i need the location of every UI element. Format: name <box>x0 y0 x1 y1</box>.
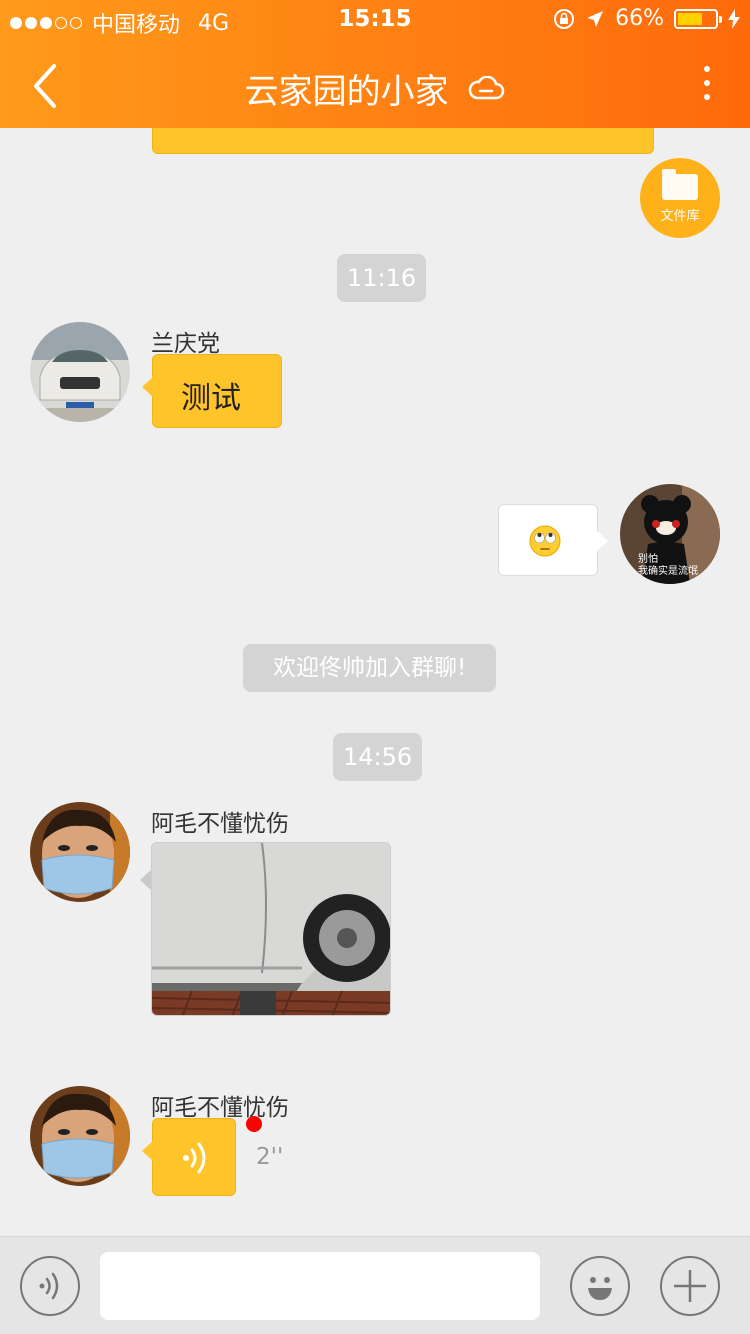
avatar-caption: 别怕 我确实是流氓 <box>638 554 698 578</box>
folder-icon <box>662 169 698 200</box>
cloud-icon <box>469 75 505 99</box>
avatar-caption-line-2: 我确实是流氓 <box>638 566 698 577</box>
sender-name: 兰庆党 <box>151 331 220 357</box>
emoji-bubble[interactable] <box>498 504 608 576</box>
voice-duration: 2'' <box>256 1144 284 1170</box>
message-bubble[interactable]: 测试 <box>142 354 282 428</box>
avatar[interactable] <box>30 802 130 902</box>
battery-percent: 66% <box>615 6 664 31</box>
smiley-icon <box>588 1277 612 1300</box>
charging-icon <box>728 8 740 29</box>
voice-input-button[interactable] <box>20 1256 80 1316</box>
voice-message-bubble[interactable] <box>142 1118 236 1196</box>
message-text: 测试 <box>181 381 241 416</box>
nav-bar: 云家园的小家 <box>0 44 750 128</box>
add-button[interactable] <box>660 1256 720 1316</box>
car-photo-image <box>152 843 390 1015</box>
rolling-eyes-emoji-icon <box>529 525 561 557</box>
status-bar: 中国移动 4G 15:15 66% <box>0 0 750 40</box>
voice-icon <box>39 1272 59 1300</box>
chat-title-text: 云家园的小家 <box>244 72 449 112</box>
avatar-caption-line-1: 别怕 <box>638 554 658 565</box>
previous-message-bubble <box>152 128 654 154</box>
battery-icon <box>674 8 722 29</box>
emoji-button[interactable] <box>570 1256 630 1316</box>
rotation-lock-icon <box>554 8 575 29</box>
avatar[interactable] <box>30 1086 130 1186</box>
status-right: 66% <box>553 6 740 31</box>
bubble-tail <box>140 870 151 890</box>
chat-title: 云家园的小家 <box>0 64 750 113</box>
voice-wave-icon <box>183 1142 206 1174</box>
my-avatar[interactable]: 别怕 我确实是流氓 <box>620 484 720 584</box>
time-divider: 11:16 <box>337 254 427 302</box>
person-avatar-image <box>30 802 130 902</box>
chat-area[interactable]: 文件库 11:16 兰庆党 测试 别怕 我确实是流氓 欢迎佟帅加入群聊! 14:… <box>0 128 750 1236</box>
avatar[interactable] <box>30 322 130 422</box>
person-avatar-image <box>30 1086 130 1186</box>
file-library-label: 文件库 <box>660 209 700 224</box>
sender-name: 阿毛不懂忧伤 <box>151 1095 289 1121</box>
time-divider: 14:56 <box>333 733 423 781</box>
unread-dot <box>246 1116 262 1132</box>
location-icon <box>587 10 604 27</box>
input-bar <box>0 1236 750 1334</box>
message-input[interactable] <box>100 1252 540 1320</box>
more-vertical-icon[interactable] <box>702 66 712 106</box>
system-message: 欢迎佟帅加入群聊! <box>243 644 497 692</box>
file-library-button[interactable]: 文件库 <box>640 158 720 238</box>
sender-name: 阿毛不懂忧伤 <box>151 811 289 837</box>
plus-icon <box>674 1270 706 1302</box>
car-avatar-image <box>30 322 130 422</box>
header: 中国移动 4G 15:15 66% 云家园的小家 <box>0 0 750 128</box>
image-message[interactable] <box>151 842 391 1016</box>
